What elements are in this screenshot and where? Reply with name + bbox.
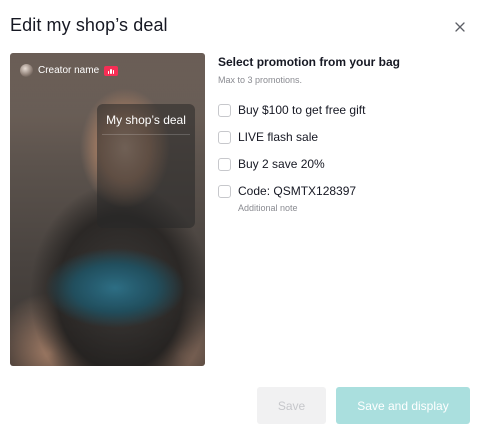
live-bars-icon — [104, 65, 119, 76]
promotion-checkbox[interactable] — [218, 103, 231, 117]
close-icon-glyph — [455, 22, 465, 32]
promotion-label: Buy 2 save 20% — [238, 157, 325, 171]
creator-name: Creator name — [38, 65, 100, 76]
promotion-label: LIVE flash sale — [238, 130, 319, 144]
edit-deal-dialog: Edit my shop’s deal Creator name My shop… — [0, 0, 489, 433]
promotion-checkbox[interactable] — [218, 157, 231, 171]
promotion-option[interactable]: Buy 2 save 20% — [218, 157, 325, 171]
deal-overlay-title: My shop’s deal — [106, 113, 186, 127]
creator-info: Creator name — [20, 64, 119, 77]
promotion-option[interactable]: Buy $100 to get free gift — [218, 103, 365, 117]
promotion-section-title: Select promotion from your bag — [218, 55, 401, 69]
close-icon[interactable] — [450, 17, 470, 37]
avatar — [20, 64, 33, 77]
promotion-label: Buy $100 to get free gift — [238, 103, 366, 117]
shop-deal-overlay: My shop’s deal — [97, 104, 195, 228]
deal-overlay-divider — [102, 134, 190, 135]
promotion-label: Code: QSMTX128397 — [238, 184, 357, 198]
promotion-checkbox[interactable] — [218, 184, 231, 198]
promotion-checkbox[interactable] — [218, 130, 231, 144]
dialog-title: Edit my shop’s deal — [10, 15, 168, 35]
save-button[interactable]: Save — [257, 387, 326, 424]
promotion-option[interactable]: Code: QSMTX128397 — [218, 184, 356, 198]
promotion-option[interactable]: LIVE flash sale — [218, 130, 318, 144]
promotion-note: Additional note — [238, 203, 298, 213]
live-preview-image: Creator name My shop’s deal — [10, 53, 205, 366]
save-and-display-button[interactable]: Save and display — [336, 387, 470, 424]
promotion-section-subtitle: Max to 3 promotions. — [218, 75, 303, 85]
